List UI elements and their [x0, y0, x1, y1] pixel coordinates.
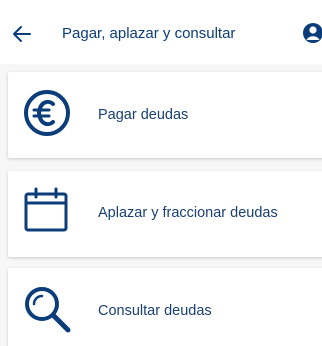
menu-item-aplazar-fraccionar[interactable]: Aplazar y fraccionar deudas [8, 171, 322, 257]
app-header: Pagar, aplazar y consultar [0, 0, 322, 64]
euro-icon [24, 90, 70, 136]
screen: Pagar, aplazar y consultar Pagar deudas … [0, 0, 322, 346]
menu-item-label: Aplazar y fraccionar deudas [98, 205, 278, 221]
menu-item-label: Consultar deudas [98, 303, 212, 319]
magnifier-icon [25, 287, 71, 333]
user-icon[interactable] [302, 21, 322, 45]
arrow-left-icon[interactable] [10, 22, 34, 46]
calendar-icon [24, 187, 68, 232]
page-title: Pagar, aplazar y consultar [62, 25, 236, 42]
menu-item-pagar-deudas[interactable]: Pagar deudas [8, 72, 322, 158]
menu-item-consultar-deudas[interactable]: Consultar deudas [8, 268, 322, 346]
menu-item-label: Pagar deudas [98, 107, 189, 123]
